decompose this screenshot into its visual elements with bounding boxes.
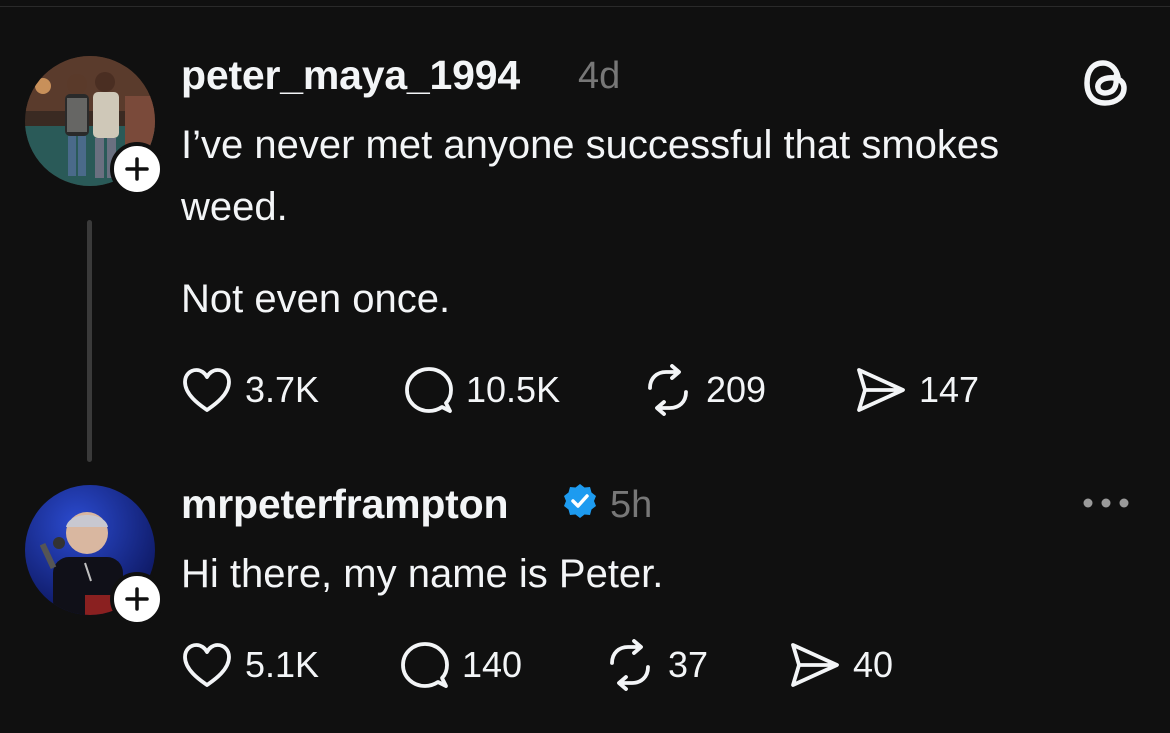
follow-button[interactable] bbox=[110, 142, 164, 196]
repost-icon bbox=[648, 364, 688, 416]
threads-screen: peter_maya_1994 4d I’ve never met anyone… bbox=[0, 0, 1170, 733]
post-time: 4d bbox=[578, 55, 621, 97]
repost-button[interactable]: 209 bbox=[642, 362, 766, 418]
comment-icon bbox=[401, 642, 449, 688]
share-count: 40 bbox=[853, 644, 894, 685]
send-icon bbox=[791, 643, 839, 687]
post-text-line: I’ve never met anyone successful that sm… bbox=[181, 123, 1000, 167]
repost-button[interactable]: 37 bbox=[604, 637, 708, 693]
thread-connector-line bbox=[87, 220, 92, 462]
repost-icon bbox=[610, 639, 650, 691]
plus-icon bbox=[125, 587, 149, 611]
share-button[interactable]: 40 bbox=[789, 637, 893, 693]
like-count: 3.7K bbox=[245, 369, 320, 410]
plus-icon bbox=[125, 157, 149, 181]
like-button[interactable]: 3.7K bbox=[181, 362, 319, 418]
username[interactable]: mrpeterframpton bbox=[181, 481, 509, 528]
top-divider bbox=[0, 6, 1170, 7]
post-text-line: Hi there, my name is Peter. bbox=[181, 552, 664, 596]
heart-icon bbox=[183, 368, 231, 412]
post-time: 5h bbox=[610, 484, 653, 526]
repost-count: 37 bbox=[668, 644, 709, 685]
send-icon bbox=[857, 368, 905, 412]
username[interactable]: peter_maya_1994 bbox=[181, 52, 520, 99]
like-count: 5.1K bbox=[245, 644, 320, 685]
reply-count: 10.5K bbox=[466, 369, 561, 410]
post-text-line: Not even once. bbox=[181, 277, 451, 321]
like-button[interactable]: 5.1K bbox=[181, 637, 319, 693]
more-icon[interactable] bbox=[1082, 496, 1130, 515]
reply-count: 140 bbox=[462, 644, 523, 685]
post-text-line: weed. bbox=[181, 185, 288, 229]
verified-badge-icon bbox=[561, 482, 599, 525]
threads-logo-icon[interactable] bbox=[1080, 56, 1134, 115]
reply-button[interactable]: 140 bbox=[398, 637, 522, 693]
comment-icon bbox=[405, 367, 453, 413]
reply-button[interactable]: 10.5K bbox=[402, 362, 560, 418]
repost-count: 209 bbox=[706, 369, 767, 410]
heart-icon bbox=[183, 643, 231, 687]
follow-button[interactable] bbox=[110, 572, 164, 626]
share-button[interactable]: 147 bbox=[855, 362, 979, 418]
share-count: 147 bbox=[919, 369, 980, 410]
